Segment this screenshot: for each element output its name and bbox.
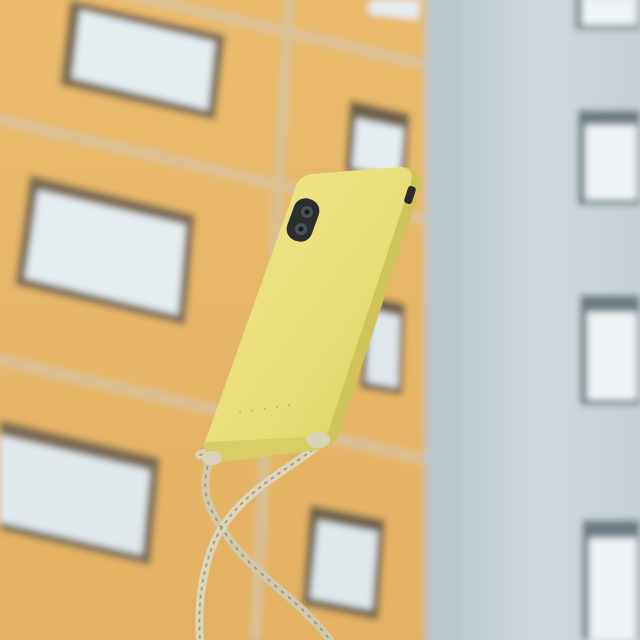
photo-scene: • • • • • [0,0,640,640]
photo-illustration: • • • • • [0,0,640,640]
